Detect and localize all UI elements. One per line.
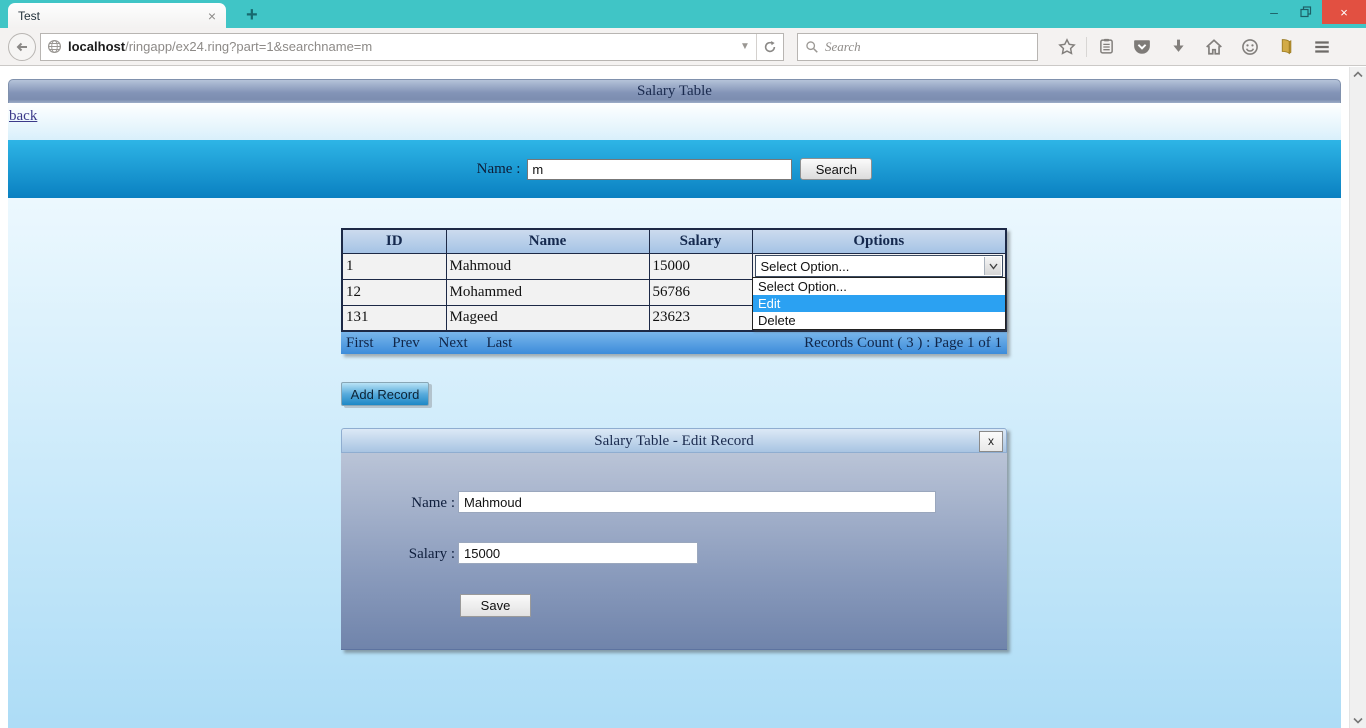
cell-name: Mageed bbox=[446, 305, 649, 331]
back-arrow-icon bbox=[14, 39, 30, 55]
home-button[interactable] bbox=[1196, 33, 1232, 61]
scroll-up-icon[interactable] bbox=[1353, 71, 1363, 78]
dialog-title: Salary Table - Edit Record bbox=[594, 433, 753, 449]
url-dropdown-icon[interactable]: ▼ bbox=[734, 41, 756, 52]
edit-record-dialog: Salary Table - Edit Record x Name : Sala… bbox=[341, 428, 1007, 650]
url-path: /ringapp/ex24.ring?part=1&searchname=m bbox=[125, 39, 372, 54]
globe-icon bbox=[47, 39, 62, 54]
dropdown-option-select[interactable]: Select Option... bbox=[753, 278, 1005, 295]
options-select[interactable]: Select Option... bbox=[755, 255, 1004, 277]
pocket-button[interactable] bbox=[1124, 33, 1160, 61]
home-icon bbox=[1205, 38, 1223, 56]
restore-icon bbox=[1300, 6, 1312, 18]
back-link[interactable]: back bbox=[9, 108, 37, 124]
search-icon bbox=[805, 40, 819, 54]
bookmarks-menu-button[interactable] bbox=[1268, 33, 1304, 61]
cell-id: 1 bbox=[342, 253, 446, 279]
dialog-name-label: Name : bbox=[403, 495, 455, 512]
chevron-down-icon[interactable] bbox=[984, 257, 1001, 275]
url-text: localhost/ringapp/ex24.ring?part=1&searc… bbox=[68, 39, 734, 54]
dialog-name-field[interactable] bbox=[458, 491, 936, 513]
column-header-salary: Salary bbox=[649, 229, 752, 253]
column-header-options: Options bbox=[752, 229, 1006, 253]
dropdown-option-edit[interactable]: Edit bbox=[753, 295, 1005, 312]
column-header-id: ID bbox=[342, 229, 446, 253]
dialog-title-bar: Salary Table - Edit Record x bbox=[341, 428, 1007, 453]
dialog-body: Name : Salary : Save bbox=[341, 453, 1007, 650]
name-search-label: Name : bbox=[477, 161, 521, 178]
smiley-bubble-icon bbox=[1241, 38, 1259, 56]
hamburger-menu-icon bbox=[1313, 38, 1331, 56]
page-viewport: Salary Table back Name : Search ID Name … bbox=[0, 67, 1366, 728]
page-title-bar: Salary Table bbox=[8, 79, 1341, 103]
window-close-button[interactable]: × bbox=[1322, 0, 1366, 24]
save-button[interactable]: Save bbox=[460, 594, 531, 617]
window-controls: – × bbox=[1258, 0, 1366, 24]
cell-salary: 23623 bbox=[649, 305, 752, 331]
url-bar[interactable]: localhost/ringapp/ex24.ring?part=1&searc… bbox=[40, 33, 784, 61]
cell-name: Mahmoud bbox=[446, 253, 649, 279]
toolbar-separator bbox=[1086, 37, 1087, 57]
dialog-salary-label: Salary : bbox=[403, 546, 455, 563]
column-header-name: Name bbox=[446, 229, 649, 253]
search-input[interactable] bbox=[825, 39, 1030, 55]
cell-salary: 56786 bbox=[649, 279, 752, 305]
pocket-icon bbox=[1133, 38, 1151, 56]
table-row: 1 Mahmoud 15000 Select Option... bbox=[342, 253, 1006, 279]
reading-list-button[interactable] bbox=[1088, 33, 1124, 61]
back-button[interactable] bbox=[8, 33, 36, 61]
cell-options: Select Option... bbox=[752, 253, 1006, 279]
star-icon bbox=[1058, 38, 1076, 56]
page-content: Salary Table back Name : Search ID Name … bbox=[8, 79, 1341, 728]
search-form: Name : Search bbox=[8, 140, 1341, 198]
cell-id: 131 bbox=[342, 305, 446, 331]
reload-icon bbox=[763, 40, 777, 54]
dropdown-option-delete[interactable]: Delete bbox=[753, 312, 1005, 329]
page-title: Salary Table bbox=[637, 83, 712, 99]
pagination-link-first[interactable]: First bbox=[346, 335, 374, 351]
back-strip: back bbox=[8, 103, 1341, 140]
url-host: localhost bbox=[68, 39, 125, 54]
pagination-links: First Prev Next Last bbox=[346, 335, 527, 352]
pagination-bar: First Prev Next Last Records Count ( 3 )… bbox=[341, 332, 1007, 354]
tab-close-icon[interactable]: × bbox=[208, 9, 216, 23]
window-minimize-button[interactable]: – bbox=[1258, 0, 1290, 24]
reload-button[interactable] bbox=[756, 34, 783, 60]
clipboard-icon bbox=[1098, 38, 1115, 55]
book-icon bbox=[1278, 38, 1295, 55]
bookmark-star-button[interactable] bbox=[1049, 33, 1085, 61]
new-tab-button[interactable]: + bbox=[238, 3, 266, 28]
pagination-link-last[interactable]: Last bbox=[486, 335, 512, 351]
search-box[interactable] bbox=[797, 33, 1038, 61]
add-record-button[interactable]: Add Record bbox=[341, 382, 429, 406]
browser-tab[interactable]: Test × bbox=[8, 3, 226, 28]
records-count-status: Records Count ( 3 ) : Page 1 of 1 bbox=[804, 335, 1002, 352]
dialog-close-button[interactable]: x bbox=[979, 431, 1003, 452]
window-restore-button[interactable] bbox=[1290, 0, 1322, 24]
options-dropdown-list: Select Option... Edit Delete bbox=[752, 277, 1006, 330]
tab-title: Test bbox=[18, 9, 208, 23]
search-button[interactable]: Search bbox=[800, 158, 872, 180]
cell-salary: 15000 bbox=[649, 253, 752, 279]
vertical-scrollbar[interactable] bbox=[1349, 67, 1366, 728]
toolbar-icons bbox=[1049, 33, 1340, 61]
tab-bar: Test × + – × bbox=[0, 0, 1366, 28]
table-header-row: ID Name Salary Options bbox=[342, 229, 1006, 253]
hello-button[interactable] bbox=[1232, 33, 1268, 61]
options-select-value: Select Option... bbox=[761, 259, 850, 274]
pagination-link-next[interactable]: Next bbox=[439, 335, 468, 351]
download-arrow-icon bbox=[1170, 38, 1187, 55]
menu-button[interactable] bbox=[1304, 33, 1340, 61]
page-body: ID Name Salary Options 1 Mahmoud 15000 bbox=[8, 198, 1341, 728]
name-search-input[interactable] bbox=[527, 159, 792, 180]
downloads-button[interactable] bbox=[1160, 33, 1196, 61]
cell-name: Mohammed bbox=[446, 279, 649, 305]
cell-id: 12 bbox=[342, 279, 446, 305]
pagination-link-prev[interactable]: Prev bbox=[392, 335, 420, 351]
browser-toolbar: localhost/ringapp/ex24.ring?part=1&searc… bbox=[0, 28, 1366, 66]
scroll-down-icon[interactable] bbox=[1353, 717, 1363, 724]
dialog-salary-field[interactable] bbox=[458, 542, 698, 564]
